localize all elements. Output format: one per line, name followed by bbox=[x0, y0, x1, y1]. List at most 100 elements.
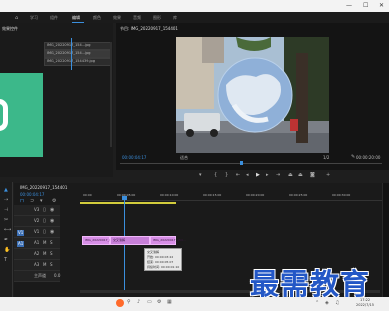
close-icon[interactable]: ✕ bbox=[379, 2, 384, 9]
go-to-in-icon[interactable]: ⇤ bbox=[236, 173, 240, 178]
settings-icon[interactable]: ⚙ bbox=[157, 300, 161, 305]
mute-button[interactable]: M bbox=[43, 241, 46, 245]
resolution-dropdown[interactable]: 1/2 bbox=[323, 156, 329, 160]
video-clip[interactable]: IMG_20220917_154... bbox=[82, 236, 118, 245]
menu-learning[interactable]: 学习 bbox=[30, 16, 38, 20]
lock-icon[interactable]: ▯ bbox=[43, 219, 46, 224]
type-tool-icon[interactable]: T bbox=[4, 258, 7, 263]
selection-tool-icon[interactable]: ▲ bbox=[4, 188, 8, 193]
solo-button[interactable]: S bbox=[50, 241, 53, 245]
video-clip[interactable]: IMG_20220917_154... bbox=[150, 236, 186, 245]
grid-icon[interactable]: ▦ bbox=[167, 300, 172, 305]
clip-item[interactable]: IMG_20220917_154...jpg bbox=[44, 50, 111, 58]
program-tab[interactable]: 节目: IMG_20220917_154401 bbox=[120, 27, 178, 31]
slip-tool-icon[interactable]: ⟷ bbox=[4, 228, 11, 233]
minimize-icon[interactable]: — bbox=[346, 2, 352, 9]
track-select-icon[interactable]: ⇢ bbox=[4, 198, 8, 203]
transport-bar bbox=[116, 170, 389, 182]
home-icon[interactable]: ⌂ bbox=[15, 16, 18, 21]
track-header-v2[interactable]: V2 ▯ ◉ bbox=[14, 216, 60, 227]
clock-date[interactable]: 2022/7/15 bbox=[356, 303, 374, 308]
ripple-edit-icon[interactable]: ⊣ bbox=[4, 208, 8, 213]
timeline-playhead[interactable] bbox=[124, 197, 125, 293]
snap-icon[interactable]: ⊓ bbox=[20, 199, 24, 204]
track-header-a1[interactable]: A1 A1 M S bbox=[14, 238, 60, 249]
camera-icon[interactable]: ◙ bbox=[310, 173, 315, 178]
volume-icon[interactable]: ♫ bbox=[335, 301, 339, 306]
eye-icon[interactable]: ◉ bbox=[50, 230, 54, 235]
mute-button[interactable]: M bbox=[43, 252, 46, 256]
eye-icon[interactable]: ◉ bbox=[50, 208, 54, 213]
step-back-icon[interactable]: ◂ bbox=[246, 173, 249, 178]
search-icon[interactable]: ⚲ bbox=[127, 300, 131, 305]
add-marker-icon[interactable]: ▾ bbox=[40, 199, 43, 204]
transition-clip[interactable]: 交叉溶解 bbox=[110, 236, 150, 245]
tray-icon[interactable]: ⌃ bbox=[315, 301, 319, 306]
wrench-icon[interactable]: ✎ bbox=[351, 155, 355, 160]
video-image bbox=[176, 37, 329, 153]
program-playhead[interactable] bbox=[240, 161, 243, 165]
solo-button[interactable]: S bbox=[50, 252, 53, 256]
razor-tool-icon[interactable]: ✂ bbox=[4, 218, 8, 223]
in-point-icon[interactable]: { bbox=[214, 173, 217, 178]
track-header-a3[interactable]: A3 M S bbox=[14, 260, 60, 271]
menu-editing[interactable]: 编辑 bbox=[72, 16, 80, 20]
plus-icon[interactable]: + bbox=[326, 173, 330, 178]
menu-assembly[interactable]: 组件 bbox=[50, 16, 58, 20]
marker-icon[interactable]: ▾ bbox=[199, 173, 202, 178]
maximize-icon[interactable]: ☐ bbox=[363, 2, 368, 9]
menu-graphics[interactable]: 图形 bbox=[153, 16, 161, 20]
hand-tool-icon[interactable]: ✋ bbox=[4, 248, 10, 253]
playhead-line bbox=[71, 38, 72, 70]
track-header-v3[interactable]: V3 ▯ ◉ bbox=[14, 205, 60, 216]
lock-icon[interactable]: ▯ bbox=[43, 208, 46, 213]
go-to-out-icon[interactable]: ⇥ bbox=[276, 173, 280, 178]
mic-icon[interactable]: ♪ bbox=[137, 300, 140, 305]
extract-icon[interactable]: ⏏ bbox=[298, 173, 303, 178]
fit-dropdown[interactable]: 适合 bbox=[180, 156, 188, 160]
clip-item[interactable]: IMG_20220917_154439.jpg bbox=[44, 58, 111, 66]
lock-icon[interactable]: ▯ bbox=[43, 230, 46, 235]
playhead-handle[interactable] bbox=[122, 196, 127, 200]
program-duration: 00:00:20:00 bbox=[356, 155, 381, 160]
track-header-v1[interactable]: V1 V1 ▯ ◉ bbox=[14, 227, 60, 238]
lift-icon[interactable]: ⏏ bbox=[288, 173, 293, 178]
clock-time[interactable]: 17:22 bbox=[360, 298, 370, 303]
source-patch-a1[interactable]: A1 bbox=[17, 241, 25, 247]
effect-controls-tab[interactable]: 效果控件 bbox=[2, 27, 18, 31]
play-icon[interactable]: ▶ bbox=[256, 173, 260, 178]
network-icon[interactable]: ◈ bbox=[325, 301, 329, 306]
timeline-settings-icon[interactable]: ⚙ bbox=[52, 199, 56, 204]
audio-meter bbox=[382, 183, 389, 297]
ruler-tick: 00:00:10:00 bbox=[160, 193, 179, 197]
program-scrubber[interactable] bbox=[120, 163, 382, 164]
mute-button[interactable]: M bbox=[43, 263, 46, 267]
menu-effects[interactable]: 效果 bbox=[113, 16, 121, 20]
program-timecode[interactable]: 00:00:04:17 bbox=[122, 156, 146, 160]
preview-glyph bbox=[0, 99, 8, 131]
scrollbar[interactable] bbox=[110, 42, 112, 147]
timeline-timecode[interactable]: 00:00:04:17 bbox=[20, 193, 44, 197]
clip-item[interactable]: IMG_20220917_154...jpg bbox=[44, 42, 111, 50]
source-patch-v1[interactable]: V1 bbox=[17, 230, 25, 236]
menu-library[interactable]: 库 bbox=[173, 16, 177, 20]
workspace-bar: ⌂ bbox=[0, 12, 389, 23]
track-header-a2[interactable]: A2 M S bbox=[14, 249, 60, 260]
out-point-icon[interactable]: } bbox=[225, 173, 228, 178]
folder-icon[interactable]: ▭ bbox=[147, 300, 152, 305]
app-icon[interactable] bbox=[116, 299, 124, 307]
source-preview bbox=[0, 73, 43, 157]
linked-selection-icon[interactable]: ⊃ bbox=[30, 199, 34, 204]
ruler-tick: 00:00:20:00 bbox=[246, 193, 265, 197]
step-forward-icon[interactable]: ▸ bbox=[266, 173, 269, 178]
work-area-bar[interactable] bbox=[80, 202, 176, 204]
menu-audio[interactable]: 音频 bbox=[133, 16, 141, 20]
sequence-tab[interactable]: IMG_20220917_154401 bbox=[20, 186, 67, 190]
pen-tool-icon[interactable]: ✒ bbox=[4, 238, 8, 243]
solo-button[interactable]: S bbox=[50, 263, 53, 267]
eye-icon[interactable]: ◉ bbox=[50, 219, 54, 224]
transition-tooltip: 交叉溶解 开始: 00:00:03:22 结束: 00:00:05:07 持续时… bbox=[144, 248, 182, 271]
video-frame bbox=[176, 37, 329, 153]
menu-color[interactable]: 颜色 bbox=[93, 16, 101, 20]
track-header-master[interactable]: 主声道 0.0 bbox=[14, 271, 60, 282]
